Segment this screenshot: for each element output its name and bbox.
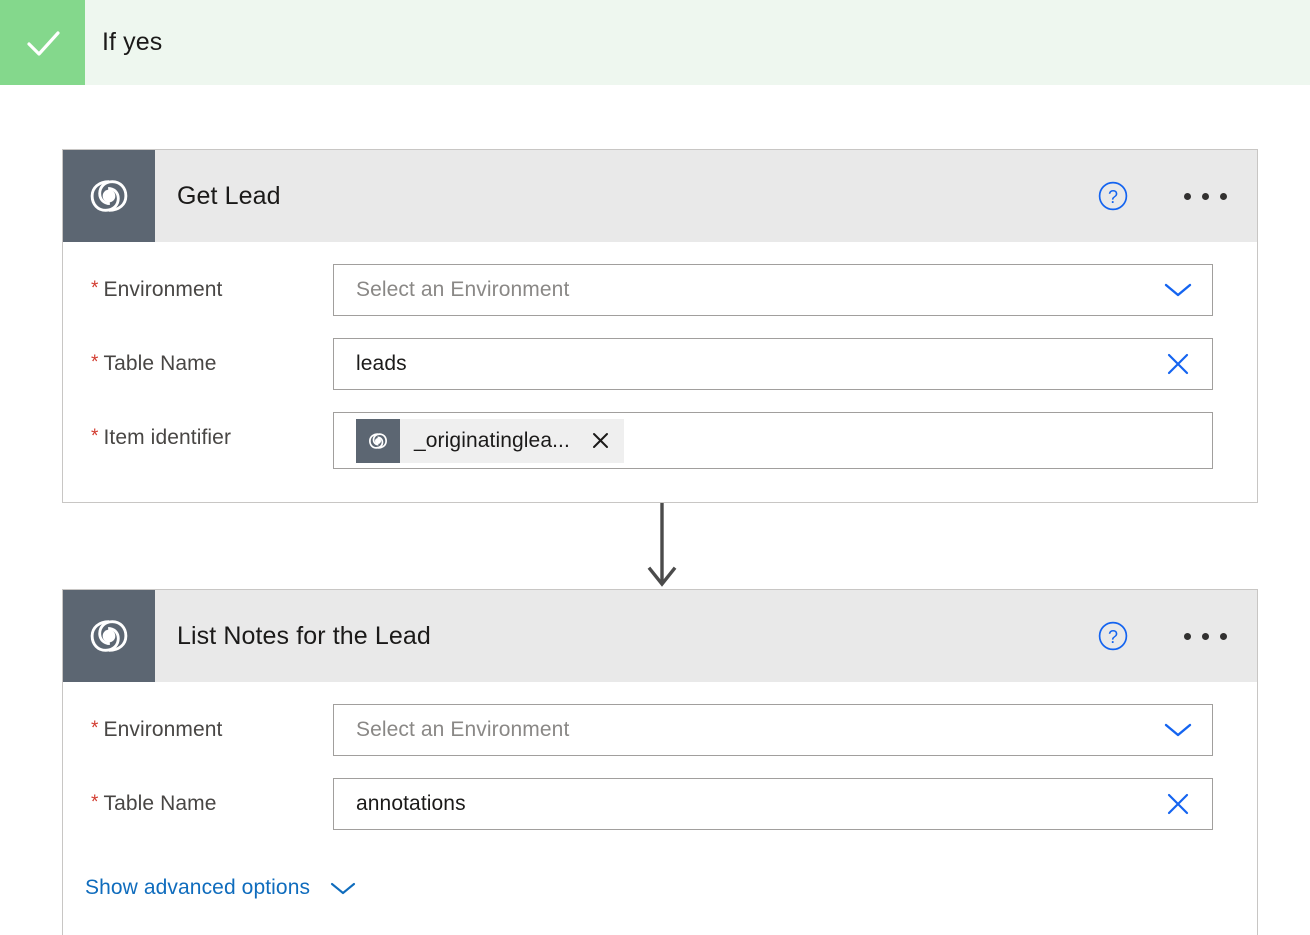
check-icon — [0, 0, 85, 85]
field-row-environment: * Environment Select an Environment — [63, 704, 1257, 778]
arrow-down-icon — [645, 503, 679, 589]
required-indicator: * — [91, 351, 99, 373]
token-wrap: _originatinglea... — [334, 418, 624, 463]
field-row-item-identifier: * Item identifier _originatinglea... — [63, 412, 1257, 486]
show-advanced-options-row[interactable]: Show advanced options — [63, 858, 1257, 918]
card-title: Get Lead — [177, 181, 281, 210]
dataverse-icon — [356, 418, 400, 463]
dynamic-content-token[interactable]: _originatinglea... — [356, 418, 624, 463]
svg-text:?: ? — [1108, 187, 1118, 207]
card-title: List Notes for the Lead — [177, 621, 431, 650]
item-identifier-input[interactable]: _originatinglea... — [333, 412, 1213, 469]
table-name-input[interactable]: annotations — [333, 778, 1213, 830]
label-text: Item identifier — [103, 426, 232, 449]
field-row-table-name: * Table Name annotations — [63, 778, 1257, 852]
svg-text:?: ? — [1108, 627, 1118, 647]
required-indicator: * — [91, 717, 99, 739]
card-header[interactable]: Get Lead ? — [63, 150, 1257, 242]
chevron-down-icon[interactable] — [1144, 265, 1212, 315]
show-advanced-options-link[interactable]: Show advanced options — [85, 876, 310, 900]
branch-header-if-yes: If yes — [0, 0, 1310, 85]
required-indicator: * — [91, 277, 99, 299]
table-name-value: annotations — [356, 792, 466, 815]
label-text: Environment — [103, 278, 223, 301]
card-header[interactable]: List Notes for the Lead ? — [63, 590, 1257, 682]
help-circle-icon[interactable]: ? — [1091, 614, 1135, 658]
environment-placeholder: Select an Environment — [356, 718, 570, 741]
action-card-list-notes-for-the-lead[interactable]: List Notes for the Lead ? * Environment … — [62, 589, 1258, 935]
token-label: _originatinglea... — [414, 428, 570, 452]
environment-dropdown[interactable]: Select an Environment — [333, 264, 1213, 316]
card-header-actions: ? — [1091, 590, 1257, 682]
field-label-item-identifier: * Item identifier — [63, 412, 333, 464]
environment-placeholder: Select an Environment — [356, 278, 570, 301]
field-row-environment: * Environment Select an Environment — [63, 264, 1257, 338]
branch-label: If yes — [102, 28, 163, 56]
table-name-input[interactable]: leads — [333, 338, 1213, 390]
card-body: * Environment Select an Environment * Ta… — [63, 704, 1257, 918]
field-label-environment: * Environment — [63, 704, 333, 756]
field-label-table-name: * Table Name — [63, 338, 333, 390]
clear-x-icon[interactable] — [1144, 779, 1212, 829]
label-text: Table Name — [103, 352, 217, 375]
ellipsis-icon[interactable] — [1175, 174, 1235, 218]
environment-dropdown[interactable]: Select an Environment — [333, 704, 1213, 756]
required-indicator: * — [91, 791, 99, 813]
card-header-actions: ? — [1091, 150, 1257, 242]
dataverse-icon — [63, 590, 155, 682]
close-x-icon[interactable] — [584, 419, 624, 463]
help-circle-icon[interactable]: ? — [1091, 174, 1135, 218]
dataverse-icon — [63, 150, 155, 242]
chevron-down-icon[interactable] — [1144, 705, 1212, 755]
label-text: Table Name — [103, 792, 217, 815]
label-text: Environment — [103, 718, 223, 741]
action-card-get-lead[interactable]: Get Lead ? * Environment Select an Envir… — [62, 149, 1258, 503]
required-indicator: * — [91, 425, 99, 447]
clear-x-icon[interactable] — [1144, 339, 1212, 389]
ellipsis-icon[interactable] — [1175, 614, 1235, 658]
card-body: * Environment Select an Environment * Ta… — [63, 264, 1257, 486]
table-name-value: leads — [356, 352, 407, 375]
field-label-table-name: * Table Name — [63, 778, 333, 830]
chevron-down-icon[interactable] — [328, 879, 358, 897]
field-label-environment: * Environment — [63, 264, 333, 316]
field-row-table-name: * Table Name leads — [63, 338, 1257, 412]
